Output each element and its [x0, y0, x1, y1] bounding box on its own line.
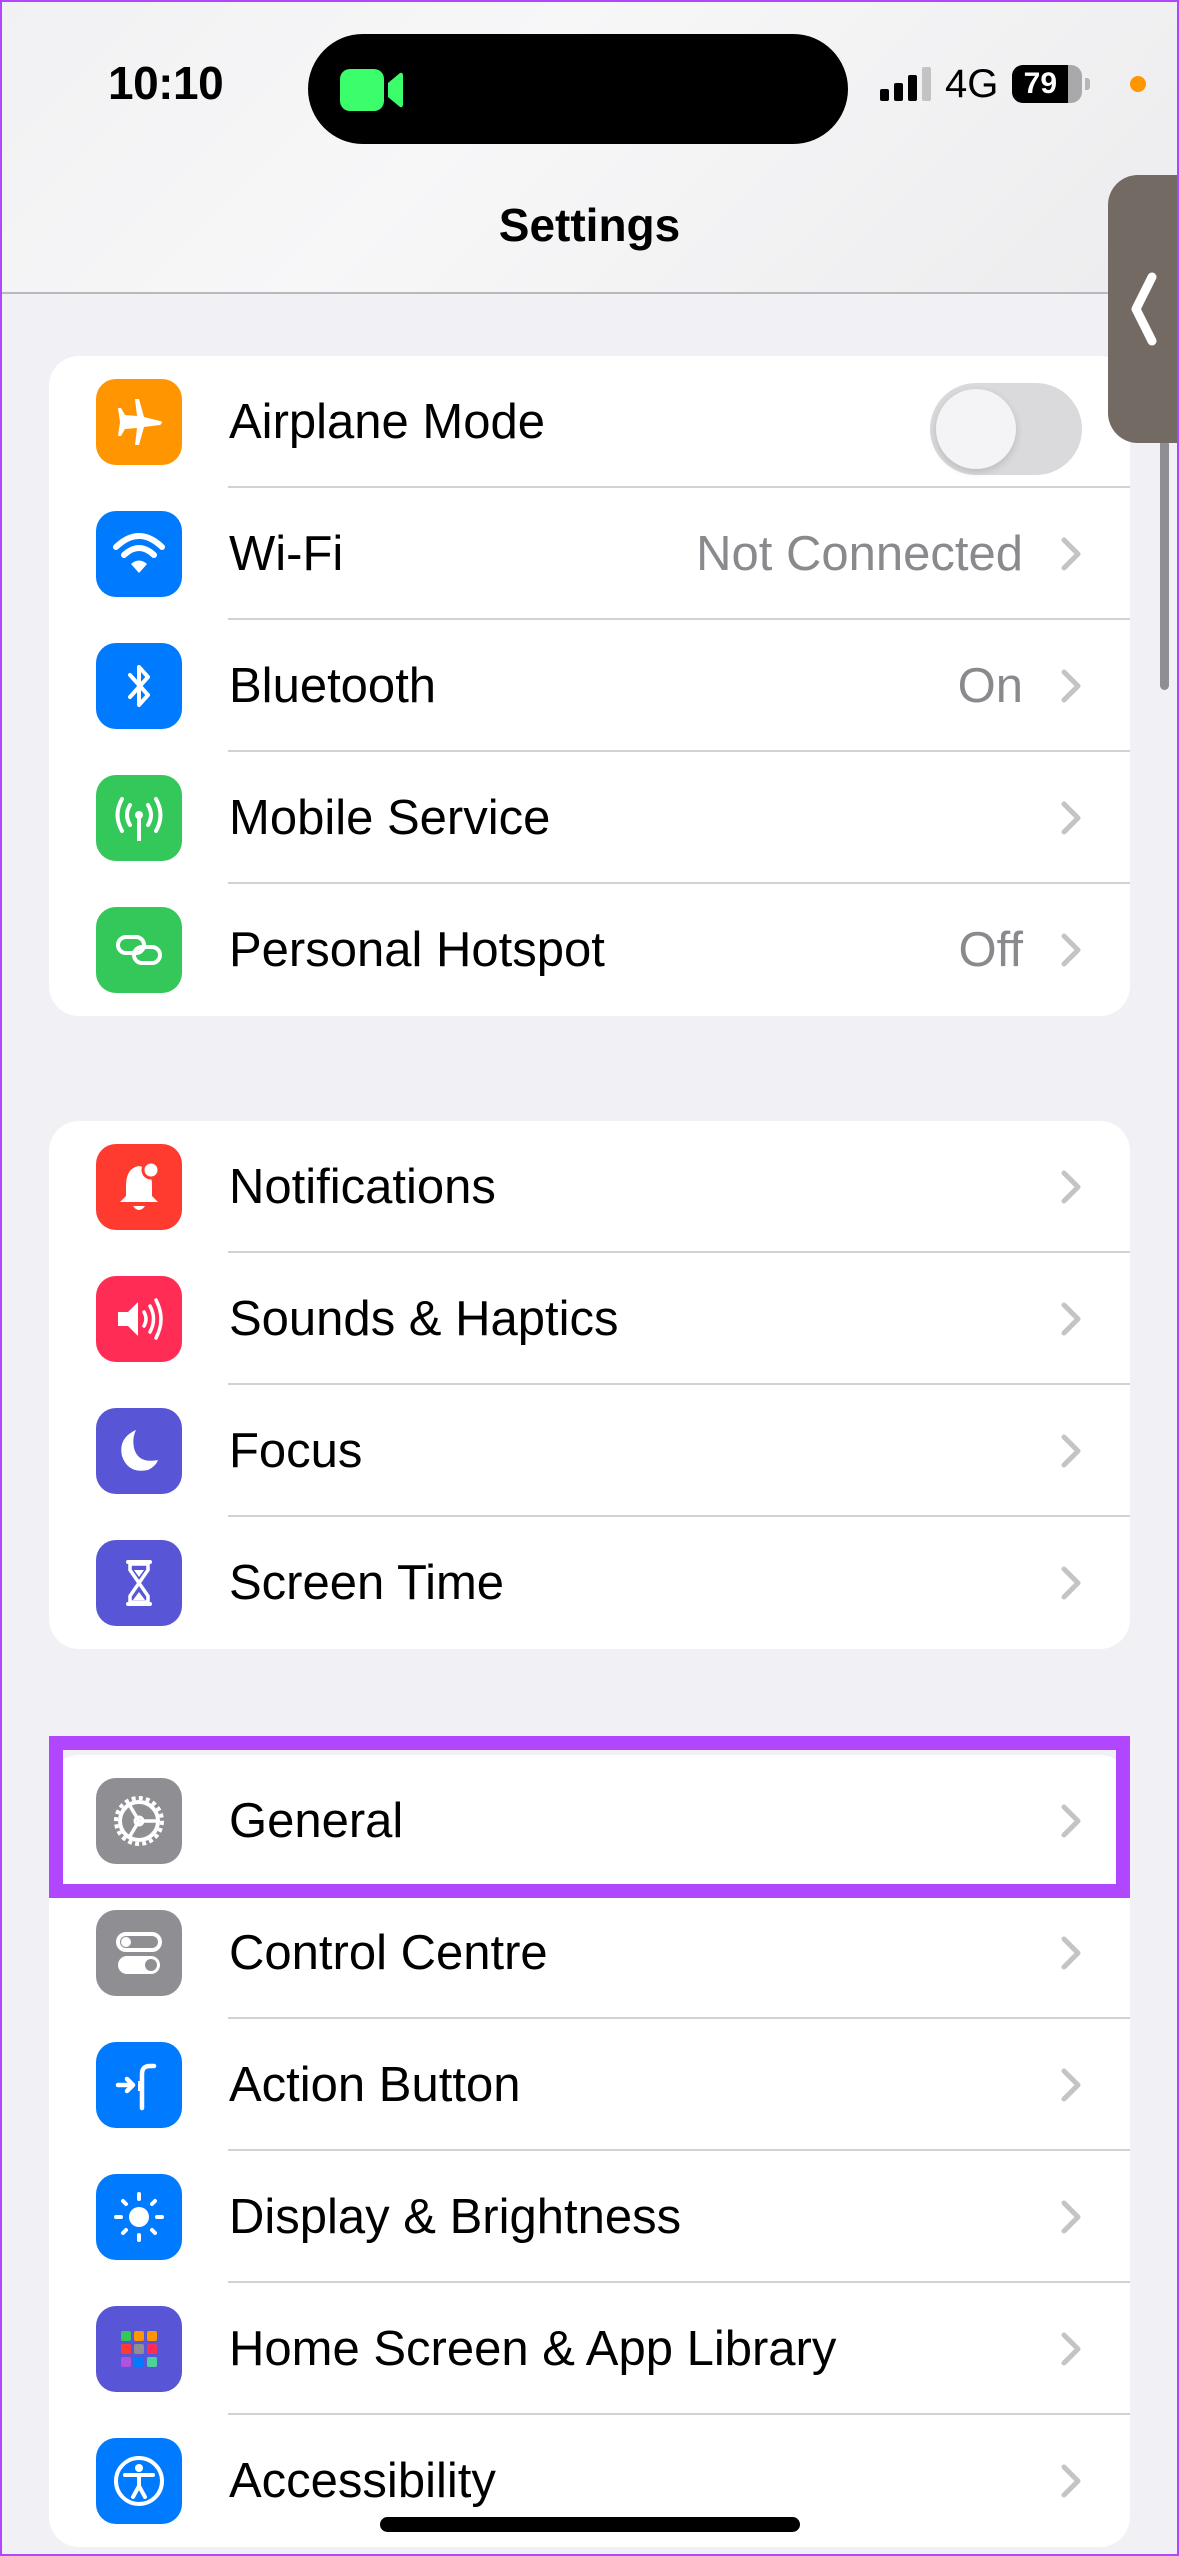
cellular-signal-icon — [880, 67, 931, 101]
privacy-indicator-dot — [1130, 76, 1146, 92]
speaker-icon — [96, 1276, 182, 1362]
row-label: Bluetooth — [229, 659, 437, 713]
signal-bar — [894, 83, 903, 101]
settings-row-bluetooth[interactable]: Bluetooth On — [49, 620, 1130, 752]
settings-row-personal-hotspot[interactable]: Personal Hotspot Off — [49, 884, 1130, 1016]
action-button-icon — [96, 2042, 182, 2128]
settings-row-notifications[interactable]: Notifications — [49, 1121, 1130, 1253]
chevron-right-icon — [1061, 1302, 1081, 1336]
settings-row-home-screen-and-app-library[interactable]: Home Screen & App Library — [49, 2283, 1130, 2415]
row-label: Airplane Mode — [229, 395, 545, 449]
wifi-icon — [96, 511, 182, 597]
dynamic-island[interactable] — [308, 34, 848, 144]
row-label: Control Centre — [229, 1926, 548, 1980]
row-value: On — [957, 659, 1023, 713]
settings-row-airplane-mode[interactable]: Airplane Mode — [49, 356, 1130, 488]
app-grid-icon — [96, 2306, 182, 2392]
chevron-right-icon — [1061, 1170, 1081, 1204]
bell-icon — [96, 1144, 182, 1230]
row-label: Mobile Service — [229, 791, 551, 845]
page-title: Settings — [498, 199, 681, 251]
settings-row-wi-fi[interactable]: Wi-Fi Not Connected — [49, 488, 1130, 620]
antenna-icon — [96, 775, 182, 861]
settings-row-display-and-brightness[interactable]: Display & Brightness — [49, 2151, 1130, 2283]
airplane-icon — [96, 379, 182, 465]
navigation-header: 10:10 4G 79 Settings — [0, 0, 1179, 294]
gear-icon — [96, 1778, 182, 1864]
row-label: Home Screen & App Library — [229, 2322, 837, 2376]
scrollbar[interactable] — [1160, 440, 1169, 690]
settings-row-action-button[interactable]: Action Button — [49, 2019, 1130, 2151]
home-indicator[interactable] — [380, 2517, 800, 2532]
chevron-right-icon — [1061, 1434, 1081, 1468]
facetime-video-icon — [340, 69, 403, 111]
row-value: Off — [958, 923, 1023, 977]
battery-nub — [1085, 78, 1091, 90]
row-label: Personal Hotspot — [229, 923, 605, 977]
settings-row-mobile-service[interactable]: Mobile Service — [49, 752, 1130, 884]
airplane-mode-toggle[interactable] — [930, 383, 1082, 475]
settings-group-system: General Control Centre Action Button Displa… — [49, 1755, 1130, 2547]
row-label: Screen Time — [229, 1556, 505, 1610]
chevron-right-icon — [1061, 2068, 1081, 2102]
switches-icon — [96, 1910, 182, 1996]
chevron-right-icon — [1061, 801, 1081, 835]
settings-group-notifications: Notifications Sounds & Haptics Focus Screen… — [49, 1121, 1130, 1649]
settings-row-focus[interactable]: Focus — [49, 1385, 1130, 1517]
accessibility-icon — [96, 2438, 182, 2524]
chevron-left-icon — [1131, 272, 1156, 346]
side-drawer-handle[interactable] — [1108, 175, 1179, 443]
chevron-right-icon — [1061, 1566, 1081, 1600]
chevron-right-icon — [1061, 2464, 1081, 2498]
chevron-right-icon — [1061, 2200, 1081, 2234]
network-type: 4G — [945, 61, 999, 106]
hourglass-icon — [96, 1540, 182, 1626]
chevron-right-icon — [1061, 933, 1081, 967]
settings-row-general[interactable]: General — [49, 1755, 1130, 1887]
settings-row-sounds-and-haptics[interactable]: Sounds & Haptics — [49, 1253, 1130, 1385]
hotspot-link-icon — [96, 907, 182, 993]
chevron-right-icon — [1061, 1804, 1081, 1838]
chevron-right-icon — [1061, 2332, 1081, 2366]
signal-bar — [880, 89, 889, 101]
status-indicators: 4G 79 — [880, 61, 1091, 106]
bluetooth-icon — [96, 643, 182, 729]
row-value: Not Connected — [696, 527, 1023, 581]
signal-bar — [922, 67, 931, 101]
chevron-right-icon — [1061, 669, 1081, 703]
chevron-right-icon — [1061, 1936, 1081, 1970]
row-label: Wi-Fi — [229, 527, 344, 581]
battery-icon: 79 — [1012, 65, 1083, 103]
row-label: Focus — [229, 1424, 363, 1478]
row-label: Action Button — [229, 2058, 521, 2112]
row-label: Sounds & Haptics — [229, 1292, 619, 1346]
sun-icon — [96, 2174, 182, 2260]
battery-percent: 79 — [1023, 67, 1058, 100]
row-label: Display & Brightness — [229, 2190, 682, 2244]
settings-row-screen-time[interactable]: Screen Time — [49, 1517, 1130, 1649]
status-time: 10:10 — [108, 57, 224, 109]
settings-row-control-centre[interactable]: Control Centre — [49, 1887, 1130, 2019]
signal-bar — [908, 75, 917, 101]
settings-group-connectivity: Airplane Mode Wi-Fi Not Connected Bluetooth… — [49, 356, 1130, 1016]
row-label: Notifications — [229, 1160, 496, 1214]
moon-icon — [96, 1408, 182, 1494]
chevron-right-icon — [1061, 537, 1081, 571]
toggle-knob — [936, 389, 1016, 469]
row-label: General — [229, 1794, 404, 1848]
